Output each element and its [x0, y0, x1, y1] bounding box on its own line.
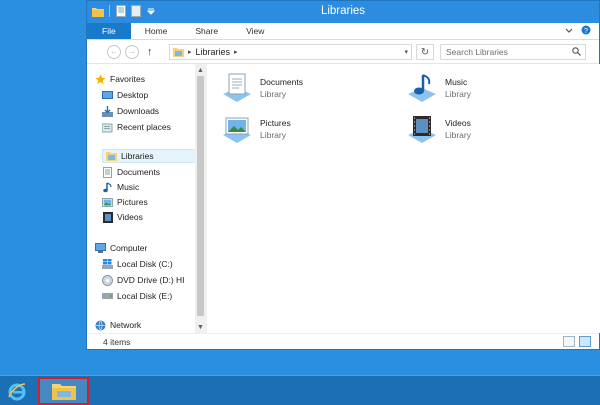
libraries-icon — [106, 151, 117, 162]
recent-places-icon — [102, 122, 113, 133]
library-type: Library — [445, 89, 471, 99]
address-dropdown-icon[interactable]: ▾ — [404, 48, 408, 56]
explorer-window: Libraries File Home Share View ? ← → ↑ ▸ — [86, 0, 600, 350]
tab-view[interactable]: View — [232, 23, 278, 39]
forward-button[interactable]: → — [125, 45, 139, 59]
network-icon — [95, 320, 106, 331]
desktop-icon — [102, 90, 113, 101]
internet-explorer-icon[interactable] — [6, 380, 28, 402]
nav-item-recent-places[interactable]: Recent places — [102, 120, 171, 134]
pictures-library-icon — [223, 117, 251, 143]
star-icon — [95, 74, 106, 85]
nav-libraries[interactable]: Libraries — [102, 149, 198, 163]
music-library-icon — [408, 74, 436, 102]
view-buttons — [563, 336, 591, 347]
nav-item-videos[interactable]: Videos — [102, 210, 143, 224]
nav-item-dvd-drive[interactable]: DVD Drive (D:) HI — [102, 273, 185, 287]
library-name: Documents — [260, 77, 303, 87]
navigation-pane[interactable]: Favorites Desktop Downloads Recent place… — [87, 64, 206, 333]
tab-share[interactable]: Share — [181, 23, 232, 39]
dvd-drive-icon — [102, 274, 113, 286]
tab-home[interactable]: Home — [131, 23, 182, 39]
search-icon[interactable] — [572, 46, 581, 58]
path-chevron-icon[interactable]: ▸ — [188, 48, 192, 56]
nav-item-documents[interactable]: Documents — [102, 165, 160, 179]
tab-file[interactable]: File — [87, 23, 131, 39]
library-name: Pictures — [260, 118, 291, 128]
navigation-scrollbar[interactable]: ▲ ▼ — [195, 64, 206, 333]
library-pictures[interactable]: Pictures Library — [221, 113, 291, 145]
documents-library-icon — [223, 73, 251, 102]
library-type: Library — [260, 89, 286, 99]
taskbar — [0, 375, 600, 405]
library-documents[interactable]: Documents Library — [221, 72, 303, 104]
help-icon[interactable]: ? — [581, 25, 591, 37]
taskbar-file-explorer-button[interactable] — [38, 377, 89, 405]
address-path[interactable]: Libraries — [196, 47, 231, 57]
large-icons-view-icon[interactable] — [579, 336, 591, 347]
computer-icon — [95, 243, 106, 254]
nav-item-music[interactable]: Music — [102, 180, 139, 194]
up-button[interactable]: ↑ — [147, 45, 153, 59]
title-bar[interactable]: Libraries — [87, 1, 599, 23]
nav-favorites[interactable]: Favorites — [95, 72, 145, 86]
library-videos[interactable]: Videos Library — [406, 113, 471, 145]
nav-computer[interactable]: Computer — [95, 241, 147, 255]
expand-ribbon-icon[interactable] — [565, 26, 573, 36]
scroll-down-icon[interactable]: ▼ — [195, 321, 206, 333]
address-field[interactable]: ▸ Libraries ▸ ▾ — [169, 44, 412, 60]
nav-item-local-disk-e[interactable]: Local Disk (E:) — [102, 289, 172, 303]
address-bar-row: ← → ↑ ▸ Libraries ▸ ▾ ↻ — [87, 40, 599, 64]
scroll-thumb[interactable] — [197, 76, 204, 316]
content-pane: Documents Library Music Library Pictures… — [206, 64, 600, 333]
library-name: Videos — [445, 118, 471, 128]
libraries-icon — [173, 47, 184, 58]
details-view-icon[interactable] — [563, 336, 575, 347]
refresh-button[interactable]: ↻ — [416, 44, 434, 60]
forward-arrow-icon: → — [128, 47, 136, 56]
search-field[interactable] — [440, 44, 586, 60]
file-explorer-icon — [51, 384, 76, 400]
back-button[interactable]: ← — [107, 45, 121, 59]
library-music[interactable]: Music Library — [406, 72, 471, 104]
nav-item-downloads[interactable]: Downloads — [102, 104, 159, 118]
svg-text:?: ? — [584, 28, 588, 35]
ribbon-right-controls: ? — [565, 23, 599, 39]
search-input[interactable] — [446, 47, 566, 57]
library-type: Library — [445, 130, 471, 140]
drive-icon — [102, 291, 113, 302]
refresh-icon: ↻ — [420, 46, 430, 58]
documents-icon — [102, 166, 113, 178]
path-chevron-icon[interactable]: ▸ — [234, 48, 238, 56]
nav-item-local-disk-c[interactable]: Local Disk (C:) — [102, 257, 173, 271]
status-bar: 4 items — [87, 333, 599, 349]
nav-network[interactable]: Network — [95, 318, 141, 332]
window-title: Libraries — [320, 5, 366, 17]
ribbon-tabs: File Home Share View ? — [87, 23, 599, 40]
music-icon — [102, 181, 113, 193]
back-arrow-icon: ← — [110, 47, 118, 56]
pictures-icon — [102, 197, 113, 208]
downloads-icon — [102, 105, 113, 117]
scroll-up-icon[interactable]: ▲ — [195, 64, 206, 76]
library-type: Library — [260, 130, 286, 140]
item-count: 4 items — [103, 337, 131, 347]
nav-item-pictures[interactable]: Pictures — [102, 195, 148, 209]
nav-item-desktop[interactable]: Desktop — [102, 88, 148, 102]
windows-drive-icon — [102, 259, 113, 270]
videos-icon — [102, 211, 113, 223]
library-name: Music — [445, 77, 468, 87]
videos-library-icon — [408, 116, 436, 143]
